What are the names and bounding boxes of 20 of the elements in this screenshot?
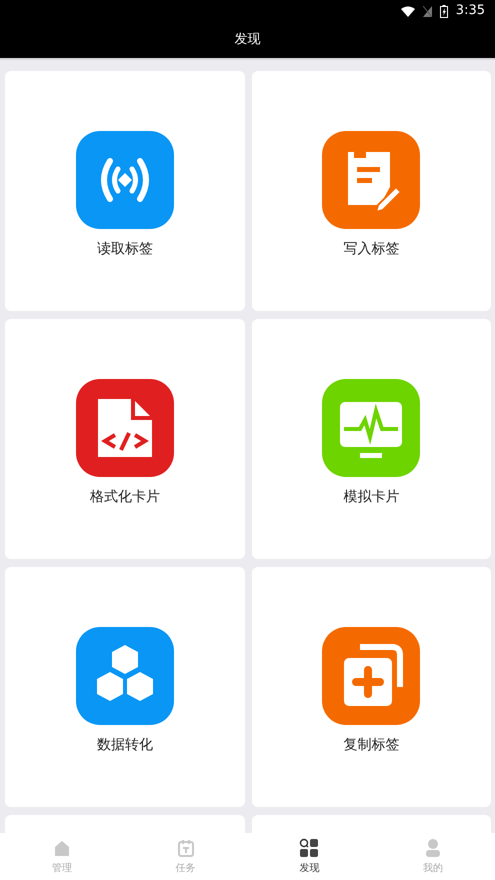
feature-card[interactable]: 复制标签 [252, 567, 491, 807]
nav-tab[interactable]: 发现 [248, 833, 372, 880]
feature-card[interactable]: 读取标签 [5, 71, 244, 311]
feature-label: 读取标签 [96, 240, 153, 259]
feature-card[interactable]: 格式化卡片 [5, 319, 244, 559]
feature-label: 写入标签 [343, 240, 400, 259]
wifi-icon [400, 6, 415, 16]
clock-time: 3:35 [456, 2, 485, 20]
feature-card[interactable]: 写入标签 [252, 71, 491, 311]
no-signal-icon [422, 6, 432, 16]
feature-card[interactable]: 数据转化 [5, 567, 244, 807]
feature-label: 复制标签 [343, 736, 400, 755]
grid-search-icon [299, 838, 320, 858]
feature-label: 格式化卡片 [90, 488, 160, 507]
feature-label: 模拟卡片 [343, 488, 400, 507]
calendar-icon [176, 838, 196, 858]
page-title: 发现 [234, 31, 260, 50]
feature-label: 数据转化 [96, 736, 153, 755]
feature-card[interactable]: 模拟卡片 [252, 319, 491, 559]
battery-icon [440, 4, 448, 18]
